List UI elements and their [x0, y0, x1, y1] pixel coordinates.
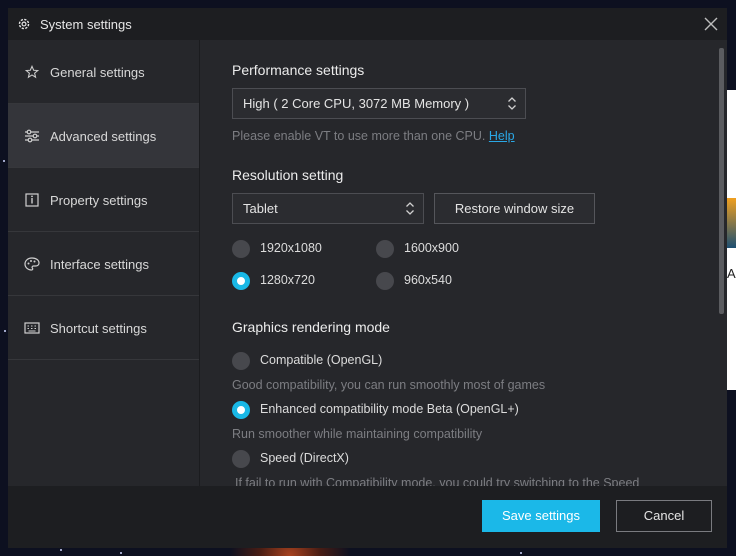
- performance-select-value: High ( 2 Core CPU, 3072 MB Memory ): [243, 96, 470, 111]
- settings-sidebar: General settings Advanced settings Prope…: [8, 40, 200, 486]
- sidebar-item-label: Advanced settings: [50, 129, 157, 144]
- gear-icon: [18, 18, 30, 30]
- vt-hint-text: Please enable VT to use more than one CP…: [232, 129, 486, 143]
- radio-label: Speed (DirectX): [260, 451, 349, 465]
- sidebar-item-general[interactable]: General settings: [8, 40, 199, 104]
- dialog-footer: Save settings Cancel: [8, 486, 727, 548]
- background-app-image: [727, 198, 736, 248]
- sidebar-item-interface[interactable]: Interface settings: [8, 232, 199, 296]
- resolution-title: Resolution setting: [232, 167, 344, 183]
- chevron-updown-icon: [508, 97, 516, 110]
- resolution-select-value: Tablet: [243, 201, 278, 216]
- cancel-button[interactable]: Cancel: [616, 500, 712, 532]
- radio-circle: [232, 401, 250, 419]
- background-app-panel: Ap: [727, 90, 736, 390]
- restore-window-size-button[interactable]: Restore window size: [434, 193, 595, 224]
- sidebar-item-label: Shortcut settings: [50, 321, 147, 336]
- vt-hint: Please enable VT to use more than one CP…: [232, 129, 515, 143]
- sidebar-item-label: Property settings: [50, 193, 148, 208]
- graphics-option-description: Good compatibility, you can run smoothly…: [232, 378, 546, 392]
- radio-circle: [232, 240, 250, 258]
- radio-label: 1920x1080: [260, 241, 322, 255]
- radio-circle: [232, 272, 250, 290]
- chevron-updown-icon: [406, 202, 414, 215]
- radio-label: Compatible (OpenGL): [260, 353, 383, 367]
- sidebar-item-advanced[interactable]: Advanced settings: [8, 104, 199, 168]
- info-icon: [25, 193, 39, 207]
- background-app-text: Ap: [727, 266, 736, 281]
- close-icon[interactable]: [704, 17, 718, 31]
- graphics-title: Graphics rendering mode: [232, 319, 390, 335]
- radio-label: Enhanced compatibility mode Beta (OpenGL…: [260, 402, 519, 416]
- radio-label: 1280x720: [260, 273, 315, 287]
- radio-circle: [376, 240, 394, 258]
- graphics-option-description: Run smoother while maintaining compatibi…: [232, 427, 483, 441]
- radio-label: 960x540: [404, 273, 452, 287]
- sidebar-item-label: Interface settings: [50, 257, 149, 272]
- save-settings-button[interactable]: Save settings: [482, 500, 600, 532]
- settings-content: Performance settings High ( 2 Core CPU, …: [200, 40, 727, 486]
- resolution-select[interactable]: Tablet: [232, 193, 424, 224]
- radio-circle: [232, 450, 250, 468]
- window-title: System settings: [40, 17, 132, 32]
- sidebar-item-property[interactable]: Property settings: [8, 168, 199, 232]
- content-scrollbar[interactable]: [719, 48, 724, 314]
- sidebar-item-shortcut[interactable]: Shortcut settings: [8, 296, 199, 360]
- radio-circle: [232, 352, 250, 370]
- palette-icon: [24, 257, 40, 271]
- help-link[interactable]: Help: [489, 129, 515, 143]
- performance-select[interactable]: High ( 2 Core CPU, 3072 MB Memory ): [232, 88, 526, 119]
- graphics-option-description: If fail to run with Compatibility mode, …: [235, 476, 640, 486]
- star-icon: [24, 65, 40, 79]
- performance-title: Performance settings: [232, 62, 365, 78]
- radio-label: 1600x900: [404, 241, 459, 255]
- sidebar-item-label: General settings: [50, 65, 145, 80]
- settings-dialog: System settings General settings Advance…: [8, 8, 727, 548]
- sliders-icon: [25, 129, 39, 143]
- radio-circle: [376, 272, 394, 290]
- keyboard-icon: [24, 322, 40, 334]
- title-bar: System settings: [8, 8, 727, 40]
